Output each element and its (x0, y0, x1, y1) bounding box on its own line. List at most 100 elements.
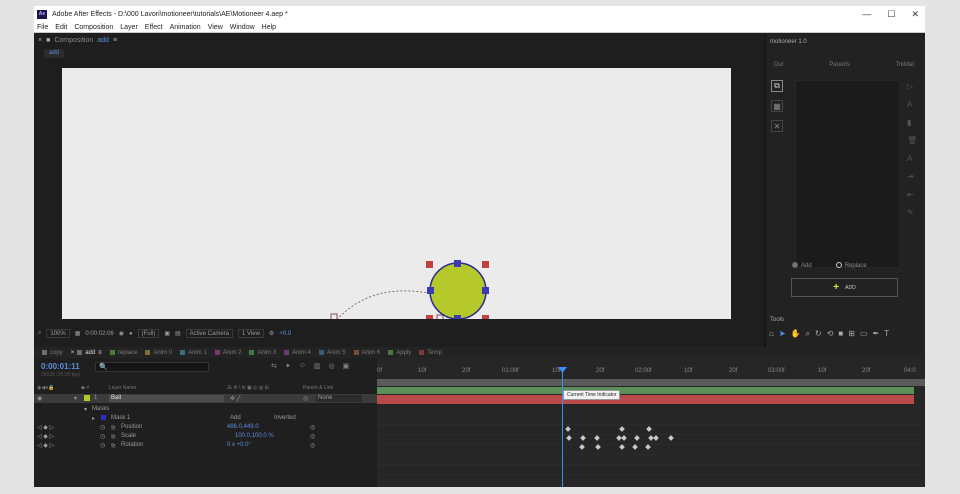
radio-add[interactable]: Add (792, 262, 812, 269)
prop-row-scale[interactable]: ◁ ◆ ▷ ◷ ⊵ Scale 100.0,100.0 % ◎ (34, 432, 377, 441)
tab-anim-5[interactable]: Anim 5 (311, 350, 346, 356)
mask-vertex[interactable] (482, 287, 489, 294)
camera-tool-icon[interactable]: ■ (838, 329, 843, 339)
tab-anim-0[interactable]: Anim 0 (137, 350, 172, 356)
trash-icon[interactable]: 🗑 (907, 136, 917, 145)
path-keyframe[interactable] (436, 314, 444, 319)
prop-row-position[interactable]: ◁ ◆ ▷ ◷ ⊵ Position 486.0,449.0 ◎ (34, 423, 377, 432)
expression-icon[interactable]: ◎ (310, 442, 315, 449)
radio-replace[interactable]: Replace (835, 262, 867, 269)
layer-duration-bar[interactable] (377, 395, 914, 404)
expression-icon[interactable]: ◎ (310, 433, 315, 440)
frame-blend-icon[interactable]: ▥ (314, 362, 321, 370)
tab-anim-1[interactable]: Anim 1 (172, 350, 207, 356)
expand-icon[interactable]: ▾ (84, 406, 87, 413)
menu-composition[interactable]: Composition (74, 24, 113, 31)
composition-tab[interactable]: × ■ Composition add ≡ (34, 34, 763, 46)
maximize-icon[interactable]: ☐ (887, 9, 895, 20)
zoom-select[interactable]: 100% (46, 329, 70, 338)
keyframe-nav-icon[interactable]: ◁ ◆ ▷ (37, 424, 54, 431)
layer-name[interactable]: Ball (109, 395, 224, 402)
layer-row-ball[interactable]: ◉ ▾ 1 Ball ✲ ╱ ◎ None (34, 394, 377, 403)
home-icon[interactable]: ⌂ (769, 329, 774, 339)
bounding-handle[interactable] (426, 315, 433, 319)
prop-value[interactable]: 486.0,449.0 (227, 424, 259, 430)
motion-blur-icon[interactable]: ◎ (329, 362, 335, 370)
timeline-tracks[interactable]: 0f 10f 20f 01:00f 10f 20f 02:00f 10f 20f… (377, 358, 925, 487)
pan-behind-icon[interactable]: ⊞ (848, 329, 855, 339)
copy-icon[interactable]: ⧉ (771, 80, 783, 92)
exposure-value[interactable]: +0.0 (279, 331, 291, 337)
play-icon[interactable]: ▷ (907, 82, 917, 91)
resolution-select[interactable]: (Full) (137, 329, 160, 338)
keyframe-nav-icon[interactable]: ◁ ◆ ▷ (37, 442, 54, 449)
text-icon[interactable]: A (907, 100, 917, 109)
mask-color[interactable] (101, 415, 106, 420)
tab-apply[interactable]: Apply (380, 350, 411, 356)
menu-edit[interactable]: Edit (55, 24, 67, 31)
composition-canvas[interactable] (62, 68, 731, 319)
camera-select[interactable]: Active Camera (185, 329, 234, 338)
minimize-icon[interactable]: — (862, 9, 871, 19)
menu-animation[interactable]: Animation (170, 24, 201, 31)
menu-file[interactable]: File (37, 24, 48, 31)
bounding-handle[interactable] (482, 261, 489, 268)
grid-icon[interactable]: ▦ (771, 100, 783, 112)
prop-value[interactable]: 100.0,100.0 % (235, 433, 274, 439)
parent-icon[interactable]: ◎ (303, 395, 308, 402)
menu-window[interactable]: Window (230, 24, 255, 31)
lock-icon[interactable]: ■ (46, 37, 50, 44)
menu-effect[interactable]: Effect (145, 24, 163, 31)
selection-tool-icon[interactable]: ➤ (779, 329, 786, 339)
current-time-indicator[interactable] (562, 367, 563, 487)
tab-add[interactable]: × add ≡ (63, 350, 102, 356)
shape-icon[interactable]: ✲ ╱ (230, 395, 240, 402)
close-icon[interactable]: ✕ (911, 9, 919, 20)
zoom-icon[interactable]: ⌕ (806, 329, 810, 339)
expression-icon[interactable]: ◎ (310, 424, 315, 431)
close-icon[interactable]: × (38, 37, 42, 44)
mask-mode[interactable]: Add (230, 415, 241, 421)
orbit-icon[interactable]: ⟲ (827, 329, 834, 339)
shape-tool-icon[interactable]: ▭ (860, 329, 868, 339)
mask-row[interactable]: ▸ Mask 1 Add Inverted (34, 414, 377, 423)
tab-anim-4[interactable]: Anim 4 (276, 350, 311, 356)
region-icon[interactable]: ▣ (164, 330, 170, 337)
text-edit-icon[interactable]: A (907, 154, 917, 163)
parent-header[interactable]: Parent & Link (303, 385, 333, 391)
export-icon[interactable]: ⇤ (907, 190, 917, 199)
transparency-icon[interactable]: ▤ (175, 330, 181, 337)
tab-copy[interactable]: copy (34, 350, 63, 356)
shy-icon[interactable]: ☺ (299, 362, 306, 370)
magnify-icon[interactable]: ⌕ (38, 330, 41, 337)
stopwatch-icon[interactable]: ◷ (100, 424, 105, 431)
prop-value[interactable]: 0 x +0.0° (227, 442, 251, 448)
camera-icon[interactable]: ◉ (119, 330, 124, 337)
prop-row-rotation[interactable]: ◁ ◆ ▷ ◷ ⊵ Rotation 0 x +0.0° ◎ (34, 441, 377, 450)
import-icon[interactable]: ⇥ (907, 172, 917, 181)
draft-3d-icon[interactable]: ✦ (285, 362, 291, 370)
pen-icon[interactable]: ✒ (873, 329, 880, 339)
current-time[interactable]: 0:00:02:06 (85, 331, 113, 337)
menu-icon[interactable]: ≡ (113, 37, 117, 44)
eye-icon[interactable]: ◉ (37, 395, 42, 402)
expand-icon[interactable]: ▸ (92, 415, 95, 422)
mask-vertex[interactable] (427, 287, 434, 294)
stamp-icon[interactable]: ▮ (907, 118, 917, 127)
type-icon[interactable]: T (884, 329, 889, 339)
rotate-icon[interactable]: ↻ (815, 329, 822, 339)
tab-temp[interactable]: Temp (411, 350, 442, 356)
parent-select[interactable]: None (316, 395, 362, 402)
add-button[interactable]: + ADD (791, 278, 898, 297)
tab-replace[interactable]: replace (102, 350, 137, 356)
graph-editor-icon[interactable]: ▣ (343, 362, 350, 370)
bounding-handle[interactable] (482, 315, 489, 319)
stopwatch-icon[interactable]: ◷ (100, 433, 105, 440)
mask-vertex[interactable] (454, 260, 461, 267)
timecode[interactable]: 0:00:01:11 (41, 362, 80, 371)
mask-name[interactable]: Mask 1 (111, 415, 130, 421)
hand-icon[interactable]: ✋ (791, 329, 801, 339)
keyframe-nav-icon[interactable]: ◁ ◆ ▷ (37, 433, 54, 440)
work-area-bar[interactable] (377, 379, 925, 386)
comp-flowchart-icon[interactable]: ⇆ (271, 362, 277, 370)
